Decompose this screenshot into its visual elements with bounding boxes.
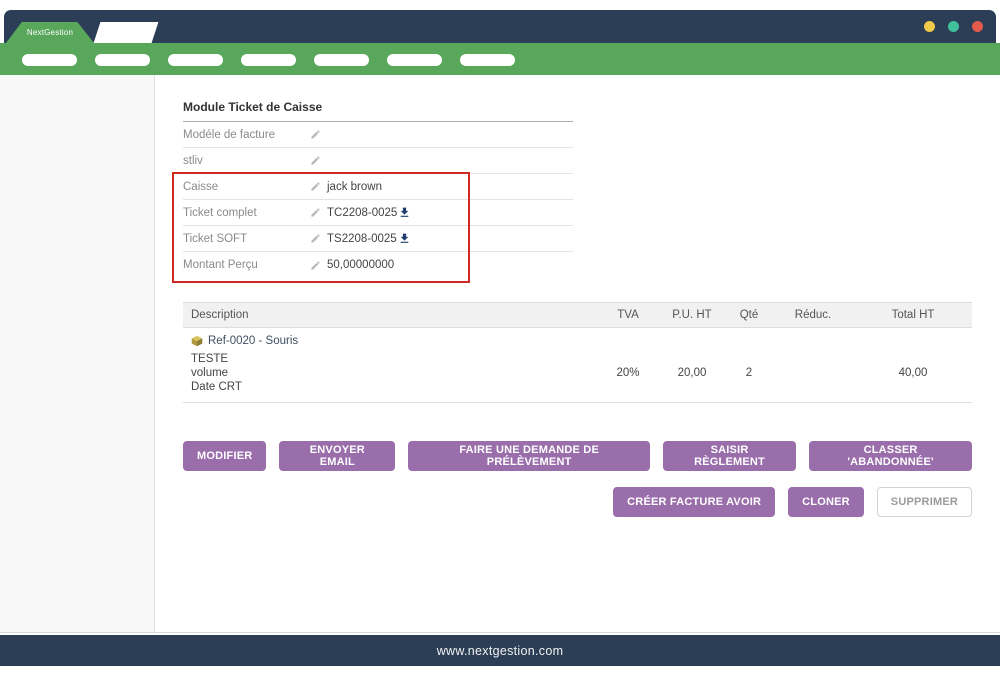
form-row-stliv: stliv: [183, 148, 573, 174]
supprimer-button[interactable]: SUPPRIMER: [877, 487, 972, 517]
nav-item-placeholder[interactable]: [460, 54, 515, 66]
field-label: Caisse: [183, 181, 310, 193]
line-row: TESTE volume Date CRT 20% 20,00 2 40,00: [183, 350, 972, 403]
edit-pencil-icon[interactable]: [310, 260, 321, 271]
product-ref-link[interactable]: Ref-0020 - Souris: [208, 335, 298, 347]
minimize-dot-icon[interactable]: [924, 21, 935, 32]
line-description-cell: TESTE volume Date CRT: [183, 352, 598, 394]
main-panel: Module Ticket de Caisse Modéle de factur…: [155, 75, 1000, 632]
form-row-ticket-complet: Ticket complet TC2208-0025: [183, 200, 573, 226]
demande-prelevement-button[interactable]: FAIRE UNE DEMANDE DE PRÉLÈVEMENT: [408, 441, 650, 471]
col-pu-ht: P.U. HT: [658, 309, 726, 321]
cloner-button[interactable]: CLONER: [788, 487, 864, 517]
form-row-ticket-soft: Ticket SOFT TS2208-0025: [183, 226, 573, 252]
col-tva: TVA: [598, 309, 658, 321]
footer-bar: www.nextgestion.com: [0, 635, 1000, 666]
form-row-montant-percu: Montant Perçu 50,00000000: [183, 252, 573, 278]
close-dot-icon[interactable]: [972, 21, 983, 32]
envoyer-email-button[interactable]: ENVOYER EMAIL: [279, 441, 395, 471]
line-total-ht: 40,00: [854, 367, 972, 379]
action-row-1: MODIFIER ENVOYER EMAIL FAIRE UNE DEMANDE…: [183, 441, 972, 471]
form-row-modele-facture: Modéle de facture: [183, 122, 573, 148]
classer-abandonnee-button[interactable]: CLASSER 'ABANDONNÉE': [809, 441, 972, 471]
edit-pencil-icon[interactable]: [310, 207, 321, 218]
lines-table: Description TVA P.U. HT Qté Réduc. Total…: [183, 302, 972, 403]
form-row-caisse: Caisse jack brown: [183, 174, 573, 200]
description-line: TESTE: [191, 352, 598, 366]
app-window: NextGestion Modu: [0, 0, 1000, 679]
field-label: Modéle de facture: [183, 129, 310, 141]
modifier-button[interactable]: MODIFIER: [183, 441, 266, 471]
browser-chrome: NextGestion: [0, 0, 1000, 75]
maximize-dot-icon[interactable]: [948, 21, 959, 32]
line-pu-ht: 20,00: [658, 367, 726, 379]
col-reduc: Réduc.: [772, 309, 854, 321]
nav-item-placeholder[interactable]: [95, 54, 150, 66]
description-line: Date CRT: [191, 380, 598, 394]
action-buttons: MODIFIER ENVOYER EMAIL FAIRE UNE DEMANDE…: [183, 441, 972, 517]
edit-pencil-icon[interactable]: [310, 181, 321, 192]
footer-url-link[interactable]: www.nextgestion.com: [437, 644, 564, 658]
main-navbar: [0, 43, 1000, 75]
nav-item-placeholder[interactable]: [168, 54, 223, 66]
col-description: Description: [183, 309, 598, 321]
field-value: 50,00000000: [327, 259, 394, 271]
line-tva: 20%: [598, 367, 658, 379]
field-value: TS2208-0025: [327, 233, 397, 245]
left-sidebar: [0, 75, 155, 632]
lines-table-header: Description TVA P.U. HT Qté Réduc. Total…: [183, 302, 972, 328]
module-form: Module Ticket de Caisse Modéle de factur…: [183, 96, 573, 278]
edit-pencil-icon[interactable]: [310, 129, 321, 140]
brand-tab[interactable]: NextGestion: [6, 22, 94, 43]
field-label: Montant Perçu: [183, 259, 310, 271]
creer-facture-avoir-button[interactable]: CRÉER FACTURE AVOIR: [613, 487, 775, 517]
highlighted-rows-group: Caisse jack brown Ticket complet TC2208-…: [183, 174, 573, 278]
action-row-2: CRÉER FACTURE AVOIR CLONER SUPPRIMER: [183, 487, 972, 517]
product-ref-row: Ref-0020 - Souris: [183, 328, 972, 350]
field-label: stliv: [183, 155, 310, 167]
field-value: TC2208-0025: [327, 207, 397, 219]
ghost-tab[interactable]: [94, 22, 159, 43]
browser-titlebar: NextGestion: [4, 10, 996, 43]
line-qte: 2: [726, 367, 772, 379]
saisir-reglement-button[interactable]: SAISIR RÈGLEMENT: [663, 441, 796, 471]
nav-item-placeholder[interactable]: [314, 54, 369, 66]
window-controls: [924, 21, 983, 32]
nav-item-placeholder[interactable]: [22, 54, 77, 66]
nav-item-placeholder[interactable]: [387, 54, 442, 66]
field-label: Ticket complet: [183, 207, 310, 219]
edit-pencil-icon[interactable]: [310, 233, 321, 244]
nav-item-placeholder[interactable]: [241, 54, 296, 66]
description-line: volume: [191, 366, 598, 380]
page-content: Module Ticket de Caisse Modéle de factur…: [0, 75, 1000, 633]
product-cube-icon: [191, 335, 203, 347]
download-icon[interactable]: [398, 232, 411, 245]
edit-pencil-icon[interactable]: [310, 155, 321, 166]
col-qte: Qté: [726, 309, 772, 321]
col-total-ht: Total HT: [854, 309, 972, 321]
field-value: jack brown: [327, 181, 382, 193]
nav-menu-placeholders: [0, 43, 1000, 66]
product-ref-cell: Ref-0020 - Souris: [183, 335, 972, 347]
download-icon[interactable]: [398, 206, 411, 219]
field-label: Ticket SOFT: [183, 233, 310, 245]
module-title: Module Ticket de Caisse: [183, 96, 573, 122]
